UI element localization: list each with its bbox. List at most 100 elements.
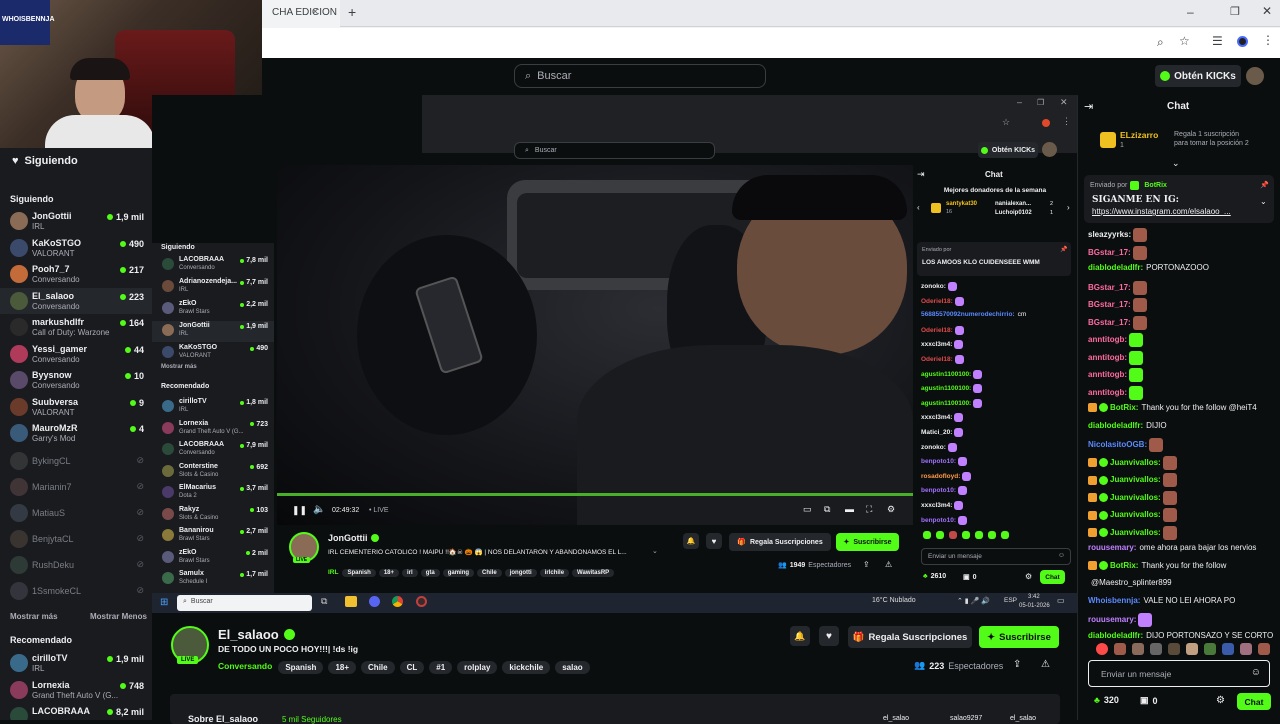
video-player[interactable]: ❚❚ 🔈 02:49:32 • LIVE ▭ ⧉ ▬ ⛶ ⚙ [277, 165, 913, 525]
chat-username[interactable]: zonoko: [921, 444, 946, 451]
inner-gifts[interactable]: ▣ 0 [963, 573, 977, 582]
chat-username[interactable]: rouusemary: [1088, 543, 1136, 552]
stream-tag[interactable]: Spanish [342, 569, 376, 577]
chat-username[interactable]: BotRix: [1110, 561, 1138, 570]
weather-widget[interactable]: 16°C Nublado [872, 597, 916, 604]
channel-name[interactable]: El_salaoo [218, 627, 295, 642]
chat-username[interactable]: BGstar_17: [1088, 283, 1131, 292]
inner-title-expand-icon[interactable]: ⌄ [652, 547, 658, 555]
chat-username[interactable]: 56885570092numerodechirrio: [921, 311, 1015, 318]
pinned-link[interactable]: https://www.instagram.com/elsalaoo_... [1092, 207, 1267, 216]
chat-username[interactable]: Matici_20: [921, 429, 952, 436]
subscribe-button[interactable]: ✦ Suscribirse [979, 626, 1059, 648]
chat-username[interactable]: Oderiel18: [921, 327, 953, 334]
new-tab-button[interactable]: + [348, 4, 356, 20]
chat-username[interactable]: NicolasitoOGB: [1088, 440, 1147, 449]
chat-username[interactable]: sleazyyrks: [1088, 230, 1131, 239]
chat-username[interactable]: BGstar_17: [1088, 248, 1131, 257]
minimize-icon[interactable]: – [1187, 5, 1194, 19]
chat-username[interactable]: agustin1100100: [921, 385, 971, 392]
chat-username[interactable]: agustin1100100: [921, 371, 971, 378]
inner-sidebar-item[interactable]: zEkO Brawl Stars 2,2 mil [152, 299, 274, 320]
chat-username[interactable]: rouusemary: [1088, 615, 1136, 624]
social-discord[interactable]: salao9297 [950, 715, 982, 722]
pip-icon[interactable]: ▭ [803, 504, 812, 515]
chat-username[interactable]: diablodeladlfr: [1088, 631, 1143, 640]
settings-icon[interactable]: ⚙ [887, 504, 895, 515]
sidebar-item[interactable]: Yessi_gamer Conversando 44 [0, 341, 152, 367]
chat-send-button[interactable]: Chat [1237, 693, 1271, 710]
inner-recommended-item[interactable]: LACOBRAAA Conversando 7,9 mil [152, 440, 274, 461]
menu-kebab-icon[interactable]: ⋮ [1262, 33, 1274, 47]
inner-chat-settings-icon[interactable]: ⚙ [1025, 572, 1032, 581]
sidebar-item[interactable]: Byysnow Conversando 10 [0, 367, 152, 393]
sidebar-item-offline[interactable]: BykingCL ⊘ [0, 448, 152, 474]
report-icon[interactable]: ⚠ [1041, 659, 1050, 670]
chat-username[interactable]: Juanvivallos: [1110, 475, 1161, 484]
inner-chat-send-button[interactable]: Chat [1040, 570, 1065, 584]
task-view-icon[interactable]: ⧉ [321, 596, 327, 607]
inner-recommended-item[interactable]: Samulx Schedule I 1,7 mil [152, 569, 274, 590]
stream-tag[interactable]: gaming [442, 569, 475, 577]
chat-username[interactable]: benpoto10: [921, 458, 956, 465]
system-tray-icons[interactable]: ⌃ ▮ 🎤 🔊 [957, 597, 990, 605]
inner-recommended-item[interactable]: zEkO Brawl Stars 2 mil [152, 548, 274, 569]
inner-recommended-item[interactable]: Bananirou Brawl Stars 2,7 mil [152, 526, 274, 547]
leader-name[interactable]: ELzizarro [1120, 130, 1158, 140]
inner-recommended-item[interactable]: Rakyz Slots & Casino 103 [152, 505, 274, 526]
fullscreen-icon[interactable]: ⛶ [866, 504, 872, 515]
share-icon[interactable]: ⇪ [1013, 659, 1021, 670]
emote-icon[interactable] [936, 531, 944, 539]
chat-username[interactable]: Juanvivallos: [1110, 493, 1161, 502]
chat-username[interactable]: xxxcl3m4: [921, 502, 952, 509]
chat-username[interactable]: agustin1100100: [921, 400, 971, 407]
social-tiktok[interactable]: el_salao [1010, 715, 1036, 722]
language-indicator[interactable]: ESP [1004, 597, 1017, 604]
windows-start-icon[interactable]: ⊞ [160, 597, 168, 608]
channel-tag[interactable]: rolplay [457, 661, 498, 674]
discord-icon[interactable] [369, 596, 380, 607]
sidebar-item[interactable]: Pooh7_7 Conversando 217 [0, 261, 152, 287]
chat-username[interactable]: BGstar_17: [1088, 300, 1131, 309]
sidebar-item-offline[interactable]: Marianin7 ⊘ [0, 474, 152, 500]
emote-icon[interactable] [1150, 643, 1162, 655]
sidebar-item-offline[interactable]: RushDeku ⊘ [0, 552, 152, 578]
chat-username[interactable]: Oderiel18: [921, 298, 953, 305]
stream-tag[interactable]: Chile [477, 569, 502, 577]
inner-star-icon[interactable]: ☆ [1002, 117, 1010, 128]
channel-tag[interactable]: Spanish [278, 661, 324, 674]
emote-icon[interactable] [1240, 643, 1252, 655]
zoom-icon[interactable]: ⌕ [1157, 35, 1164, 50]
user-avatar[interactable] [1246, 67, 1264, 85]
chat-username[interactable]: BotRix: [1110, 403, 1138, 412]
inner-get-kicks-button[interactable]: Obtén KICKs [978, 142, 1038, 158]
inner-points[interactable]: ♣ 2610 [923, 573, 946, 580]
chat-settings-icon[interactable]: ⚙ [1216, 695, 1225, 706]
emote-icon[interactable] [1168, 643, 1180, 655]
inner-recommended-item[interactable]: ElMacarius Dota 2 3,7 mil [152, 483, 274, 504]
stream-tag[interactable]: gta [420, 569, 440, 577]
emote-icon[interactable] [923, 531, 931, 539]
tab-close-icon[interactable]: × [312, 6, 318, 18]
inner-maximize-icon[interactable]: ❐ [1037, 98, 1044, 107]
inner-minimize-icon[interactable]: – [1017, 97, 1022, 107]
inner-follow-button[interactable]: ♥ [706, 533, 722, 549]
inner-chat-collapse-icon[interactable]: ⇥ [917, 169, 925, 180]
chat-username[interactable]: diablodeladlfr: [1088, 263, 1143, 272]
sidebar-item[interactable]: JonGottii IRL 1,9 mil [0, 208, 152, 234]
show-more-button[interactable]: Mostrar más [10, 612, 58, 621]
recommended-item[interactable]: Lornexia Grand Theft Auto V (G... 748 [0, 677, 152, 703]
sidebar-item[interactable]: Suubversa VALORANT 9 [0, 394, 152, 420]
show-less-button[interactable]: Mostrar Menos [90, 612, 147, 621]
chat-collapse-icon[interactable]: ⇥ [1084, 100, 1093, 113]
inner-show-more[interactable]: Mostrar más [161, 364, 197, 370]
channel-tag[interactable]: 18+ [328, 661, 357, 674]
sidebar-item-offline[interactable]: BenjytaCL ⊘ [0, 526, 152, 552]
search-input[interactable]: ⌕ Buscar [514, 64, 766, 88]
emote-icon[interactable] [962, 531, 970, 539]
chat-username[interactable]: Juanvivallos: [1110, 528, 1161, 537]
notify-button[interactable]: 🔔 [790, 626, 810, 646]
chrome-icon[interactable] [392, 596, 403, 607]
chat-username[interactable]: rosadofloyd: [921, 473, 960, 480]
inner-chat-input[interactable]: Enviar un mensaje ☺ [921, 548, 1071, 565]
